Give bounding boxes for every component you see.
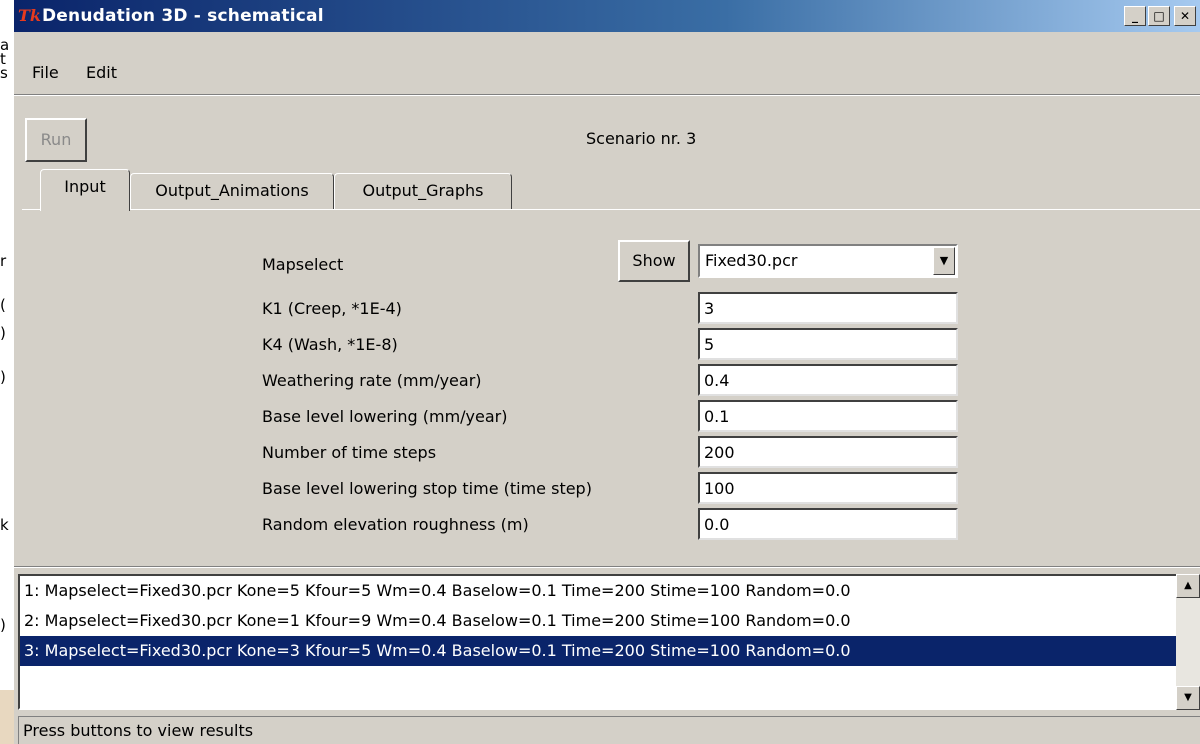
list-scrollbar[interactable]: ▲ ▼ (1176, 574, 1200, 710)
time-steps-label: Number of time steps (262, 443, 437, 462)
stop-time-label: Base level lowering stop time (time step… (262, 479, 592, 498)
background-text: ( (0, 296, 6, 314)
close-button[interactable]: ✕ (1174, 6, 1196, 26)
background-text: ) (0, 324, 6, 342)
k1-label: K1 (Creep, *1E-4) (262, 299, 402, 318)
menu-separator (14, 94, 1200, 96)
maximize-icon: □ (1153, 9, 1165, 23)
base-level-lowering-label: Base level lowering (mm/year) (262, 407, 508, 426)
k4-field[interactable] (698, 328, 958, 360)
scroll-down-icon[interactable]: ▼ (1176, 686, 1200, 710)
panel-divider (14, 566, 1200, 568)
menu-bar: File Edit (14, 54, 1200, 94)
stop-time-field[interactable] (698, 472, 958, 504)
roughness-label: Random elevation roughness (m) (262, 515, 529, 534)
k4-label: K4 (Wash, *1E-8) (262, 335, 398, 354)
app-window: Tk Denudation 3D - schematical _ □ ✕ Fil… (14, 0, 1200, 744)
background-text: k (0, 516, 9, 534)
scroll-up-icon[interactable]: ▲ (1176, 574, 1200, 598)
close-icon: ✕ (1179, 9, 1191, 23)
list-item[interactable]: 1: Mapselect=Fixed30.pcr Kone=5 Kfour=5 … (20, 576, 1182, 606)
tk-app-icon[interactable]: Tk (18, 6, 41, 26)
chevron-down-icon[interactable]: ▼ (933, 247, 955, 275)
tab-output-animations[interactable]: Output_Animations (130, 173, 334, 209)
base-level-lowering-field[interactable] (698, 400, 958, 432)
show-map-button[interactable]: Show (618, 240, 690, 282)
scenario-list[interactable]: 1: Mapselect=Fixed30.pcr Kone=5 Kfour=5 … (18, 574, 1184, 710)
menu-edit[interactable]: Edit (86, 62, 117, 84)
title-bar[interactable]: Tk Denudation 3D - schematical _ □ ✕ (14, 0, 1200, 32)
k1-field[interactable] (698, 292, 958, 324)
mapselect-dropdown[interactable]: Fixed30.pcr ▼ (698, 244, 958, 278)
status-bar: Press buttons to view results (18, 716, 1200, 744)
weathering-rate-field[interactable] (698, 364, 958, 396)
minimize-button[interactable]: _ (1124, 6, 1146, 26)
window-title: Denudation 3D - schematical (42, 6, 324, 26)
menu-file[interactable]: File (32, 62, 59, 84)
weathering-rate-label: Weathering rate (mm/year) (262, 371, 482, 390)
tab-label: Output_Graphs (362, 181, 484, 200)
background-window: a t s r ( ) ) k ) (0, 0, 14, 744)
maximize-button[interactable]: □ (1148, 6, 1170, 26)
time-steps-field[interactable] (698, 436, 958, 468)
run-button[interactable]: Run (25, 118, 87, 162)
background-text: ) (0, 616, 6, 634)
minimize-icon: _ (1132, 9, 1138, 23)
tab-panel-input (22, 209, 1200, 565)
background-text: r (0, 252, 7, 270)
scenario-label: Scenario nr. 3 (586, 129, 697, 148)
tab-label: Output_Animations (155, 181, 309, 200)
list-item-selected[interactable]: 3: Mapselect=Fixed30.pcr Kone=3 Kfour=5 … (20, 636, 1182, 666)
list-item[interactable]: 2: Mapselect=Fixed30.pcr Kone=1 Kfour=9 … (20, 606, 1182, 636)
tab-output-graphs[interactable]: Output_Graphs (334, 173, 512, 209)
mapselect-value: Fixed30.pcr (705, 251, 798, 270)
background-text: ) (0, 368, 6, 386)
mapselect-label: Mapselect (262, 255, 344, 274)
roughness-field[interactable] (698, 508, 958, 540)
background-desktop (0, 690, 14, 744)
background-text: s (0, 64, 8, 82)
tab-label: Input (64, 177, 106, 196)
tab-input[interactable]: Input (40, 169, 130, 211)
